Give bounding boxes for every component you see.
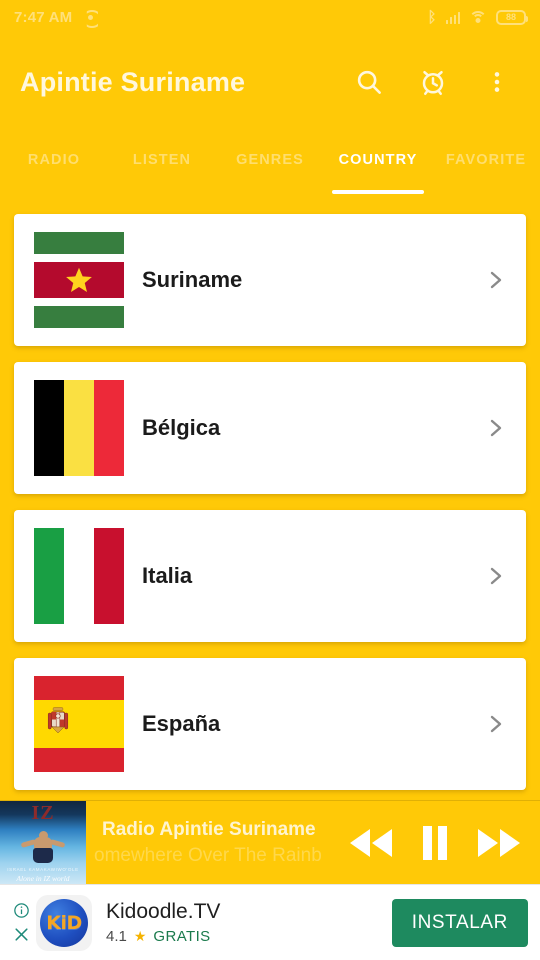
tab-favorite[interactable]: FAVORITE: [432, 130, 540, 206]
ad-meta: 4.1 ★ GRATIS: [106, 928, 392, 945]
country-name: Bélgica: [142, 415, 221, 440]
alarm-icon[interactable]: [414, 63, 452, 101]
app-bar-actions: [350, 63, 520, 101]
status-bar-left: 7:47 AM: [14, 9, 99, 26]
album-art-title: IZ: [31, 802, 55, 824]
battery-icon: 88: [496, 9, 528, 25]
tab-label: LISTEN: [132, 152, 192, 168]
flag-belgica-icon: [34, 380, 124, 476]
battery-level: 88: [505, 11, 516, 22]
bluetooth-icon: ᛒ: [427, 8, 437, 26]
wifi-icon: [469, 10, 487, 24]
search-icon[interactable]: [350, 63, 388, 101]
cellular-signal-icon: [445, 11, 460, 24]
tab-radio[interactable]: RADIO: [0, 130, 108, 206]
player-bar: IZ ISRAEL KAMAKAWIWO'OLE Alone in IZ wor…: [0, 800, 540, 885]
list-item[interactable]: Italia: [14, 510, 526, 642]
album-art-figure: [20, 831, 66, 865]
tab-country[interactable]: COUNTRY: [324, 130, 432, 206]
chevron-right-icon[interactable]: [482, 415, 508, 441]
ad-rating: 4.1: [106, 927, 127, 945]
broadcast-icon: [81, 10, 99, 24]
coat-of-arms-icon: [47, 706, 69, 743]
tab-label: GENRES: [236, 152, 304, 168]
tab-genres[interactable]: GENRES: [216, 130, 324, 206]
flag-suriname-icon: [34, 232, 124, 328]
tab-underline: [332, 190, 424, 194]
flag-italia-icon: [34, 528, 124, 624]
info-icon[interactable]: [13, 902, 30, 919]
country-name: Suriname: [142, 267, 243, 292]
status-bar-right: ᛒ 88: [427, 8, 528, 26]
ad-price: GRATIS: [153, 927, 211, 945]
list-item[interactable]: España: [14, 658, 526, 790]
app-root: 7:47 AM ᛒ 88 Apintie Suriname RADIO LIST…: [0, 0, 540, 960]
close-icon[interactable]: [13, 926, 30, 943]
player-meta[interactable]: Radio Apintie Suriname omewhere Over The…: [86, 801, 342, 884]
player-station-name: Radio Apintie Suriname: [102, 818, 316, 840]
ad-app-name: Kidoodle.TV: [106, 900, 221, 924]
status-bar: 7:47 AM ᛒ 88: [0, 0, 540, 34]
tab-listen[interactable]: LISTEN: [108, 130, 216, 206]
star-icon: ★: [133, 928, 147, 945]
chevron-right-icon[interactable]: [482, 711, 508, 737]
forward-button[interactable]: [476, 826, 522, 860]
ad-info: Kidoodle.TV 4.1 ★ GRATIS: [92, 900, 392, 944]
album-art-artist: ISRAEL KAMAKAWIWO'OLE: [7, 867, 79, 872]
overflow-menu-icon[interactable]: [478, 63, 516, 101]
list-item[interactable]: Bélgica: [14, 362, 526, 494]
tab-label: RADIO: [27, 152, 81, 168]
chevron-right-icon[interactable]: [482, 267, 508, 293]
status-clock: 7:47 AM: [14, 8, 73, 26]
flag-espana-icon: [34, 676, 124, 772]
chevron-right-icon[interactable]: [482, 563, 508, 589]
album-art[interactable]: IZ ISRAEL KAMAKAWIWO'OLE Alone in IZ wor…: [0, 801, 86, 885]
tab-label: FAVORITE: [445, 152, 527, 168]
list-item[interactable]: Suriname: [14, 214, 526, 346]
country-list[interactable]: Suriname Bélgica Italia España: [0, 206, 540, 800]
tab-bar: RADIO LISTEN GENRES COUNTRY FAVORITE: [0, 130, 540, 206]
page-title: Apintie Suriname: [20, 66, 246, 97]
ad-controls: [6, 902, 36, 943]
pause-button[interactable]: [420, 825, 450, 861]
ad-logo-circle: KiD: [40, 898, 88, 947]
rewind-button[interactable]: [348, 826, 394, 860]
ad-banner[interactable]: KiD Kidoodle.TV 4.1 ★ GRATIS INSTALAR: [0, 884, 540, 960]
player-now-playing: omewhere Over The Rainb: [94, 844, 322, 866]
tab-label: COUNTRY: [338, 152, 418, 168]
ad-app-logo: KiD: [36, 894, 92, 951]
country-name: España: [142, 711, 221, 736]
album-art-caption: Alone in IZ world: [16, 874, 70, 883]
app-bar: Apintie Suriname: [0, 34, 540, 130]
country-name: Italia: [142, 563, 193, 588]
player-controls: [342, 801, 540, 884]
install-button[interactable]: INSTALAR: [391, 898, 528, 947]
ad-logo-text: KiD: [46, 911, 82, 934]
